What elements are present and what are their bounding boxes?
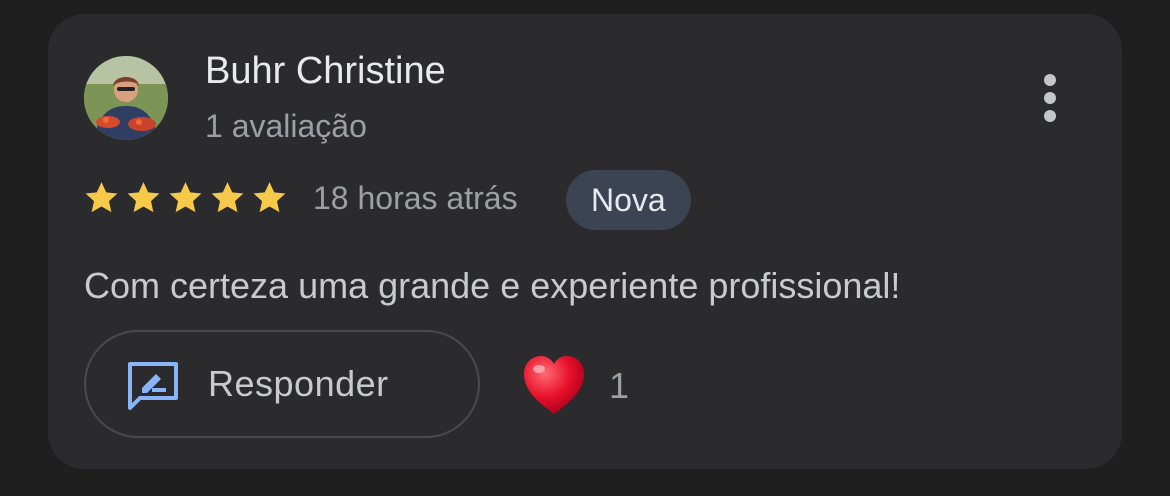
star-rating (82, 178, 292, 218)
review-time: 18 horas atrás (313, 180, 518, 216)
review-text: Com certeza uma grande e experiente prof… (84, 265, 901, 306)
review-card: Buhr Christine 1 avaliação 18 horas atrá… (48, 14, 1122, 469)
reaction-count: 1 (609, 365, 630, 406)
new-badge: Nova (566, 170, 691, 230)
reply-icon (128, 362, 178, 410)
reply-button[interactable]: Responder (84, 330, 480, 438)
star-icon (85, 182, 118, 213)
star-icon (211, 182, 244, 213)
reviewer-name[interactable]: Buhr Christine (205, 48, 446, 94)
heart-icon[interactable] (520, 352, 588, 420)
reviewer-review-count: 1 avaliação (205, 108, 367, 144)
star-icon (169, 182, 202, 213)
reply-label: Responder (208, 363, 389, 404)
star-icon (127, 182, 160, 213)
reviewer-avatar[interactable] (84, 56, 168, 140)
more-options-icon[interactable] (1030, 68, 1070, 128)
star-icon (253, 182, 286, 213)
